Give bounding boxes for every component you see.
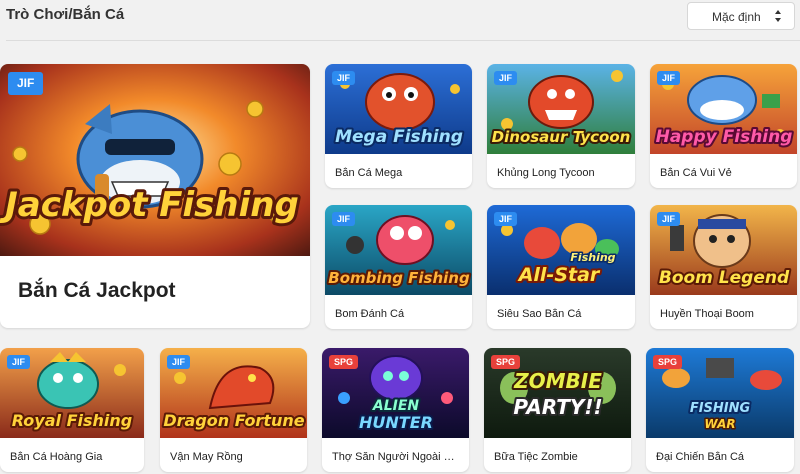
logo-overlay: Jackpot Fishing: [0, 182, 302, 228]
sort-dropdown-value: Mặc định: [712, 10, 761, 24]
provider-badge: JIF: [494, 212, 518, 226]
game-card[interactable]: Royal Fishing JIF Bắn Cá Hoàng Gia: [0, 348, 144, 472]
svg-text:WAR: WAR: [704, 417, 735, 431]
provider-badge: JIF: [8, 72, 44, 95]
svg-text:Royal Fishing: Royal Fishing: [12, 411, 132, 430]
game-title: Huyền Thoại Boom: [660, 308, 754, 320]
svg-text:Fishing: Fishing: [570, 251, 615, 264]
provider-badge: JIF: [657, 71, 681, 85]
game-title: Siêu Sao Bắn Cá: [497, 308, 582, 320]
svg-text:Dragon Fortune: Dragon Fortune: [163, 411, 304, 430]
game-card[interactable]: Mega Fishing JIF Bắn Cá Mega: [325, 64, 472, 188]
svg-text:ALIEN: ALIEN: [372, 398, 420, 414]
game-card[interactable]: Dragon Fortune JIF Vận May Rồng: [160, 348, 307, 472]
game-card[interactable]: Dinosaur Tycoon JIF Khủng Long Tycoon: [487, 64, 635, 188]
game-title: Thợ Săn Người Ngoài Hà...: [332, 451, 462, 463]
svg-text:Bombing Fishing: Bombing Fishing: [328, 269, 470, 287]
provider-badge: SPG: [329, 355, 359, 369]
svg-text:All-Star: All-Star: [517, 264, 601, 286]
svg-text:Jackpot Fishing: Jackpot Fishing: [0, 185, 299, 225]
game-title: Bữa Tiệc Zombie: [494, 451, 578, 463]
game-card[interactable]: FISHING WAR SPG Đại Chiến Bắn Cá: [646, 348, 794, 472]
game-title: Vận May Rồng: [170, 451, 243, 463]
page-title: Trò Chơi/Bắn Cá: [6, 6, 125, 23]
provider-badge: JIF: [332, 71, 356, 85]
game-title: Bắn Cá Jackpot: [18, 279, 176, 302]
game-title: Đại Chiến Bắn Cá: [656, 451, 745, 463]
game-title: Bom Đánh Cá: [335, 308, 405, 320]
game-title: Bắn Cá Hoàng Gia: [10, 451, 103, 463]
game-thumbnail: Jackpot Fishing: [0, 64, 310, 256]
svg-text:Dinosaur Tycoon: Dinosaur Tycoon: [492, 128, 631, 146]
up-down-arrows-icon: [775, 10, 781, 22]
game-card[interactable]: Boom Legend JIF Huyền Thoại Boom: [650, 205, 797, 329]
provider-badge: SPG: [491, 355, 521, 369]
game-card[interactable]: ALIEN HUNTER SPG Thợ Săn Người Ngoài Hà.…: [322, 348, 469, 472]
provider-badge: JIF: [7, 355, 31, 369]
provider-badge: JIF: [494, 71, 518, 85]
svg-text:Happy Fishing: Happy Fishing: [656, 127, 793, 147]
game-card[interactable]: Happy Fishing JIF Bắn Cá Vui Vẻ: [650, 64, 797, 188]
svg-text:Boom Legend: Boom Legend: [659, 268, 790, 288]
provider-badge: JIF: [167, 355, 191, 369]
game-card-featured[interactable]: Jackpot Fishing JIF Bắn Cá Jackpot: [0, 64, 310, 328]
sort-dropdown[interactable]: Mặc định: [687, 2, 795, 30]
svg-text:Mega Fishing: Mega Fishing: [335, 127, 463, 147]
svg-text:HUNTER: HUNTER: [359, 413, 433, 432]
game-card[interactable]: Fishing All-Star JIF Siêu Sao Bắn Cá: [487, 205, 635, 329]
provider-badge: SPG: [653, 355, 683, 369]
svg-text:FISHING: FISHING: [690, 401, 751, 416]
svg-text:PARTY!!: PARTY!!: [513, 395, 602, 419]
svg-text:ZOMBIE: ZOMBIE: [513, 369, 602, 393]
game-card[interactable]: Bombing Fishing JIF Bom Đánh Cá: [325, 205, 472, 329]
game-title: Khủng Long Tycoon: [497, 167, 595, 179]
provider-badge: JIF: [657, 212, 681, 226]
game-card[interactable]: ZOMBIE PARTY!! SPG Bữa Tiệc Zombie: [484, 348, 631, 472]
header-divider: [6, 40, 800, 41]
provider-badge: JIF: [332, 212, 356, 226]
game-title: Bắn Cá Mega: [335, 167, 403, 179]
game-title: Bắn Cá Vui Vẻ: [660, 167, 732, 179]
